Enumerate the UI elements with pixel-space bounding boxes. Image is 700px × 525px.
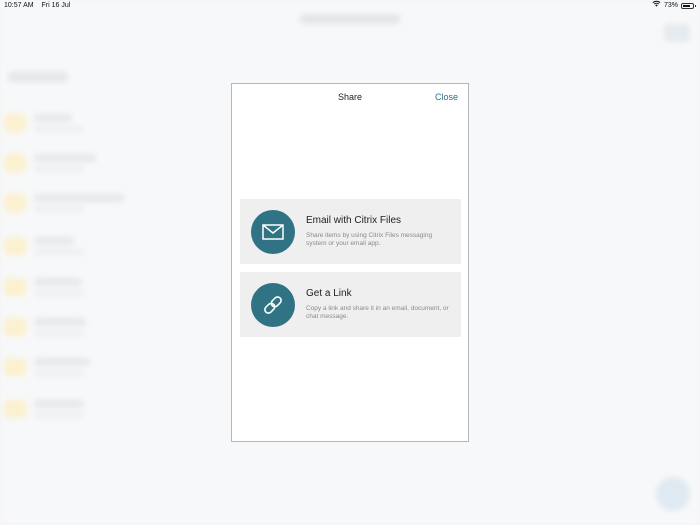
background-folder-row (0, 233, 160, 261)
background-header-title (300, 14, 400, 24)
get-a-link-option[interactable]: Get a Link Copy a link and share it in a… (240, 272, 461, 337)
background-folder-row (0, 354, 160, 382)
background-header-button (664, 24, 690, 42)
envelope-icon (251, 210, 295, 254)
link-icon (251, 283, 295, 327)
status-time: 10:57 AM (4, 2, 34, 9)
background-subheader (8, 72, 68, 82)
share-dialog: Share Close Email with Citrix Files Shar… (231, 83, 469, 442)
background-folder-row (0, 314, 160, 342)
option-description: Share items by using Citrix Files messag… (306, 232, 433, 247)
option-title: Email with Citrix Files (306, 215, 402, 226)
background-folder-row (0, 150, 160, 178)
battery-percent: 73% (663, 2, 678, 9)
option-description: Copy a link and share it in an email, do… (306, 305, 449, 320)
background-folder-row (0, 190, 160, 218)
wifi-icon (652, 0, 661, 12)
background-folder-row (0, 274, 160, 302)
status-date: Fri 16 Jul (41, 2, 71, 9)
option-title: Get a Link (306, 288, 352, 299)
battery-icon (681, 3, 696, 9)
email-with-citrix-files-option[interactable]: Email with Citrix Files Share items by u… (240, 199, 461, 264)
dialog-title: Share (337, 92, 363, 102)
background-folder-row (0, 396, 160, 424)
background-fab (656, 477, 690, 511)
status-bar: 10:57 AM Fri 16 Jul 73% (0, 0, 700, 12)
close-button[interactable]: Close (435, 92, 458, 102)
background-folder-row (0, 110, 160, 138)
